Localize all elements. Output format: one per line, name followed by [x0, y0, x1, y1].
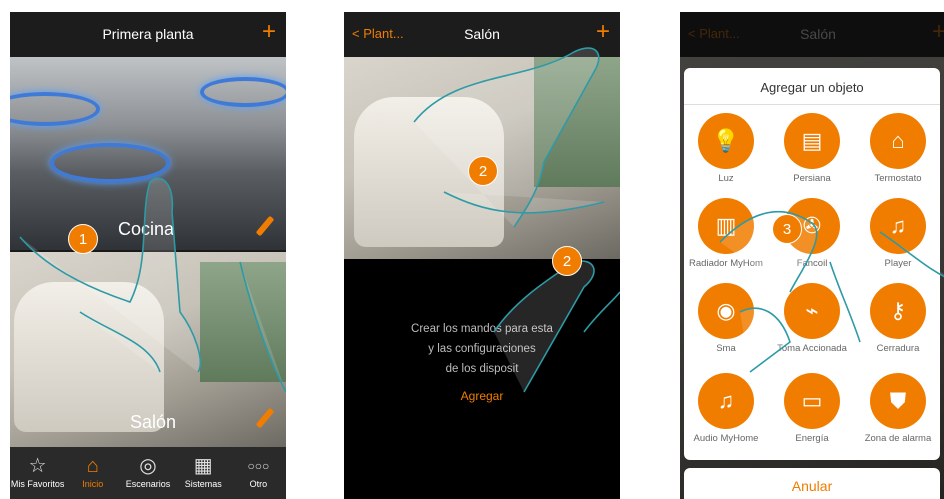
divider — [684, 104, 940, 105]
object-label: Termostato — [874, 173, 922, 184]
object-label: Toma Accionada — [777, 343, 847, 354]
empty-room-message: Crear los mandos para esta y las configu… — [356, 319, 608, 379]
object-label: Persiana — [793, 173, 831, 184]
scenario-icon: ◎ — [139, 455, 157, 477]
room-card-living[interactable]: Salón — [10, 252, 286, 448]
star-icon: ☆ — [28, 455, 47, 477]
radiator-icon: ▥ — [698, 198, 754, 254]
nav-systems[interactable]: ▦ Sistemas — [176, 447, 231, 499]
music-icon: ♫ — [870, 198, 926, 254]
object-energy[interactable]: ▭ Energía — [770, 373, 854, 444]
nav-label: Otro — [249, 479, 268, 489]
screen-home: Primera planta + Cocina Salón ☆ Mis Favor… — [10, 12, 286, 499]
object-shutter[interactable]: ▤ Persiana — [770, 113, 854, 184]
burner-flame — [50, 143, 170, 183]
add-link[interactable]: Agregar — [344, 389, 620, 403]
object-plug[interactable]: ⌁ Toma Accionada — [770, 283, 854, 354]
pencil-icon[interactable] — [255, 407, 275, 429]
screen-add-object: < Plant... Salón + Agregar un objeto 💡 Lu… — [680, 12, 944, 499]
burner-flame — [10, 92, 100, 126]
nav-home[interactable]: ⌂ Inicio — [65, 447, 120, 499]
nav-scenarios[interactable]: ◎ Escenarios — [120, 447, 175, 499]
shield-icon: ⛊ — [870, 373, 926, 429]
object-alarm[interactable]: ⛊ Zona de alarma — [856, 373, 940, 444]
object-label: Luz — [718, 173, 734, 184]
nav-label: Sistemas — [184, 479, 222, 489]
room-label: Cocina — [118, 219, 175, 239]
page-title: Salón — [464, 26, 500, 42]
nav-label: Mis Favoritos — [10, 479, 65, 489]
add-object-dialog: Agregar un objeto 💡 Luz ▤ Persiana ⌂ Termos… — [684, 68, 940, 460]
window-photo — [200, 262, 286, 382]
nav-favorites[interactable]: ☆ Mis Favoritos — [10, 447, 65, 499]
bulb-icon: 💡 — [698, 113, 754, 169]
burner-flame — [200, 77, 286, 107]
dialog-title: Agregar un objeto — [760, 80, 864, 95]
top-bar: Primera planta + — [10, 12, 286, 57]
message-line: de los disposit — [445, 363, 519, 375]
step-badge: 1 — [68, 224, 98, 254]
object-audio[interactable]: ♫ Audio MyHome — [684, 373, 768, 444]
bottom-nav: ☆ Mis Favoritos ⌂ Inicio ◎ Escenarios ▦ Sist… — [10, 447, 286, 499]
object-label: Energía — [795, 433, 829, 444]
shutter-icon: ▤ — [784, 113, 840, 169]
pencil-icon[interactable] — [255, 215, 275, 237]
smart-icon: ◉ — [698, 283, 754, 339]
armchair-photo — [14, 282, 164, 432]
cancel-button[interactable]: Anular — [684, 468, 940, 499]
object-radiator[interactable]: ▥ Radiador MyHom — [684, 198, 768, 269]
empty-room-panel: Crear los mandos para esta y las configu… — [344, 259, 620, 499]
object-smart[interactable]: ◉ Sma — [684, 283, 768, 354]
step-badge: 2 — [552, 246, 582, 276]
object-label: Sma — [716, 343, 736, 354]
nav-label: Inicio — [82, 479, 104, 489]
message-line: Crear los mandos para esta — [411, 323, 553, 335]
message-line: y las configuraciones — [428, 343, 536, 355]
more-icon: ○○○ — [247, 459, 270, 473]
window-photo — [534, 57, 620, 187]
object-label: Radiador MyHom — [689, 258, 763, 269]
object-label: Audio MyHome — [693, 433, 759, 444]
object-label: Zona de alarma — [864, 433, 932, 444]
screen-room: < Plant... Salón + Crear los mandos para… — [344, 12, 620, 499]
object-lock[interactable]: ⚷ Cerradura — [856, 283, 940, 354]
object-label: Fancoil — [796, 258, 828, 269]
page-title: Primera planta — [102, 26, 194, 42]
nav-other[interactable]: ○○○ Otro — [231, 447, 286, 499]
object-light[interactable]: 💡 Luz — [684, 113, 768, 184]
music-icon: ♫ — [698, 373, 754, 429]
object-label: Player — [884, 258, 912, 269]
nav-label: Escenarios — [125, 479, 171, 489]
plug-icon: ⌁ — [784, 283, 840, 339]
room-label: Salón — [130, 412, 177, 432]
plus-icon[interactable]: + — [596, 20, 610, 44]
home-icon: ⌂ — [86, 455, 99, 477]
top-bar: < Plant... Salón + — [344, 12, 620, 57]
room-card-kitchen[interactable]: Cocina — [10, 57, 286, 250]
key-icon: ⚷ — [870, 283, 926, 339]
step-badge: 2 — [468, 156, 498, 186]
grid-icon: ▦ — [193, 455, 213, 477]
object-thermostat[interactable]: ⌂ Termostato — [856, 113, 940, 184]
step-badge: 3 — [772, 214, 802, 244]
object-player[interactable]: ♫ Player — [856, 198, 940, 269]
plus-icon[interactable]: + — [262, 20, 276, 44]
thermostat-icon: ⌂ — [870, 113, 926, 169]
object-label: Cerradura — [876, 343, 920, 354]
battery-icon: ▭ — [784, 373, 840, 429]
